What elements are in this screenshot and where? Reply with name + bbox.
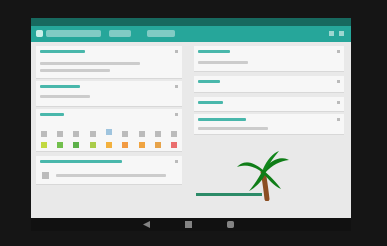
right-card-4-line — [198, 127, 268, 130]
right-card-3-title — [198, 101, 223, 104]
swatch-5[interactable] — [106, 142, 112, 148]
left-card-3-title — [40, 113, 64, 116]
right-card-1-close-icon[interactable] — [337, 50, 340, 53]
content-surface — [31, 42, 351, 218]
right-card-2-close-icon[interactable] — [337, 80, 340, 83]
right-card-3[interactable] — [194, 97, 344, 112]
swatch-9[interactable] — [171, 142, 177, 148]
right-card-4[interactable] — [194, 114, 344, 135]
left-card-2-title — [40, 85, 80, 88]
left-card-1-line-1 — [40, 62, 140, 65]
swatch-8[interactable] — [155, 142, 161, 148]
swatch-3[interactable] — [73, 142, 79, 148]
swatch-1[interactable] — [41, 142, 47, 148]
right-card-1[interactable] — [194, 46, 344, 72]
swatch-6[interactable] — [122, 142, 128, 148]
tool-icon-8[interactable] — [155, 131, 161, 137]
left-card-1[interactable] — [36, 46, 182, 79]
left-card-1-line-2 — [40, 69, 110, 72]
app-icon — [36, 30, 43, 37]
home-icon[interactable] — [185, 221, 192, 228]
tab-two[interactable] — [147, 30, 175, 37]
left-card-2[interactable] — [36, 81, 182, 107]
right-card-1-line — [198, 61, 248, 64]
left-card-4-close-icon[interactable] — [175, 160, 178, 163]
left-card-4-line — [56, 174, 166, 177]
back-icon[interactable] — [143, 221, 150, 228]
right-card-1-title — [198, 50, 230, 53]
tool-icon-2[interactable] — [57, 131, 63, 137]
left-card-4-title — [40, 160, 122, 163]
left-card-1-close-icon[interactable] — [175, 50, 178, 53]
list-icon-1[interactable] — [42, 172, 49, 179]
left-card-4[interactable] — [36, 156, 182, 185]
left-card-1-title — [40, 50, 85, 53]
tool-icon-6[interactable] — [122, 131, 128, 137]
swatch-4[interactable] — [90, 142, 96, 148]
palm-leaf-left — [237, 162, 263, 173]
search-icon[interactable] — [329, 31, 334, 36]
app-bar — [31, 26, 351, 42]
left-card-2-line — [40, 95, 90, 98]
tool-icon-3[interactable] — [73, 131, 79, 137]
tool-icon-5[interactable] — [106, 129, 112, 135]
tab-one[interactable] — [109, 30, 131, 37]
status-bar — [31, 18, 351, 26]
swatch-2[interactable] — [57, 142, 63, 148]
right-card-2-title — [198, 80, 220, 83]
right-card-4-title — [198, 118, 246, 121]
left-card-3-close-icon[interactable] — [175, 113, 178, 116]
right-card-2[interactable] — [194, 76, 344, 93]
right-card-3-close-icon[interactable] — [337, 101, 340, 104]
selection-line — [196, 193, 262, 196]
tool-icon-1[interactable] — [41, 131, 47, 137]
recent-icon[interactable] — [227, 221, 234, 228]
tool-icon-4[interactable] — [90, 131, 96, 137]
navigation-bar — [31, 218, 351, 231]
right-card-4-close-icon[interactable] — [337, 118, 340, 121]
app-title-placeholder — [46, 30, 101, 37]
tool-icon-7[interactable] — [139, 131, 145, 137]
left-card-2-close-icon[interactable] — [175, 85, 178, 88]
left-card-3[interactable] — [36, 109, 182, 152]
more-icon[interactable] — [339, 31, 344, 36]
swatch-7[interactable] — [139, 142, 145, 148]
tool-icon-9[interactable] — [171, 131, 177, 137]
